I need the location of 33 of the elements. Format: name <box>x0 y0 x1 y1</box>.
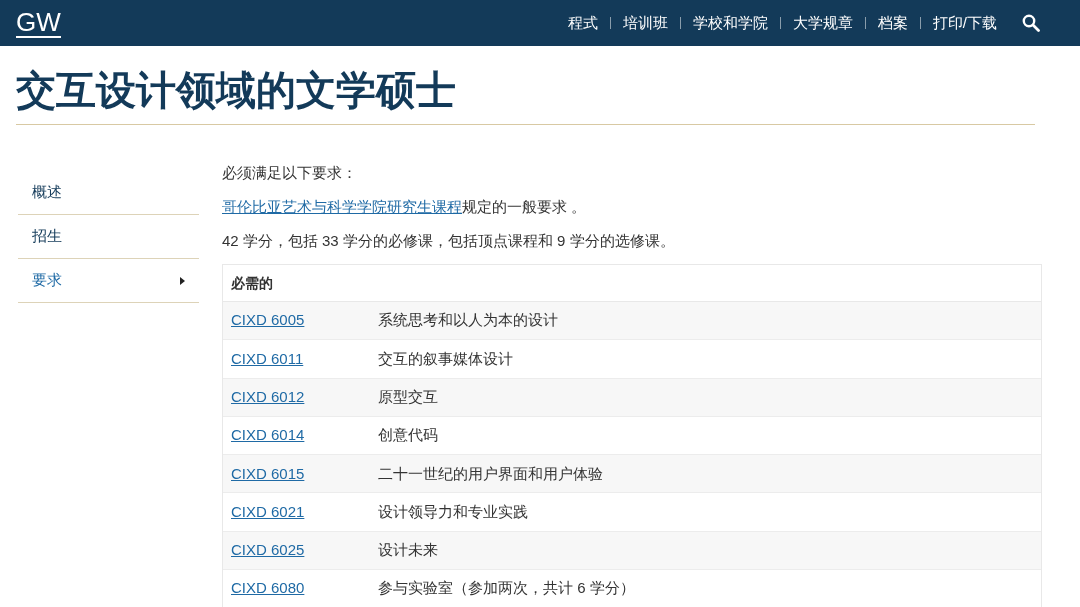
page-title: 交互设计领域的文学硕士 <box>16 46 1035 125</box>
nav-link[interactable]: 培训班 <box>622 11 668 35</box>
course-code-link[interactable]: CIXD 6011 <box>231 347 378 371</box>
course-code-link[interactable]: CIXD 6012 <box>231 386 378 409</box>
course-code-link[interactable]: CIXD 6005 <box>231 309 378 332</box>
nav-link[interactable]: 程式 <box>567 11 598 35</box>
course-name: 设计领导力和专业实践 <box>378 501 528 522</box>
nav-link[interactable]: 学校和学院 <box>692 11 768 35</box>
course-name: 设计未来 <box>378 540 438 561</box>
college-link[interactable]: 哥伦比亚艺术与科学学院研究生课程 <box>222 198 462 215</box>
course-name: 系统思考和以人为本的设计 <box>378 310 558 331</box>
requirement-text: 哥伦比亚艺术与科学学院研究生课程规定的一般要求 。 <box>222 197 588 217</box>
intro-text: 必须满足以下要求： <box>222 163 358 183</box>
nav-link[interactable]: 大学规章 <box>792 11 853 35</box>
course-code-link[interactable]: CIXD 6021 <box>231 500 378 524</box>
course-code-link[interactable]: CIXD 6080 <box>231 577 378 600</box>
search-icon[interactable] <box>1022 14 1040 32</box>
credits-text: 42 学分，包括 33 学分的必修课，包括顶点课程和 9 学分的选修课。 <box>222 231 676 251</box>
sidebar-item[interactable]: 概述 <box>18 171 199 215</box>
nav-link[interactable]: 档案 <box>877 11 908 35</box>
course-name: 原型交互 <box>378 387 438 407</box>
course-code-link[interactable]: CIXD 6025 <box>231 539 378 562</box>
course-code-link[interactable]: CIXD 6015 <box>231 462 378 486</box>
caret-icon <box>180 276 185 285</box>
logo[interactable]: GW <box>16 8 61 38</box>
course-name: 交互的叙事媒体设计 <box>378 348 513 369</box>
sidebar-item[interactable]: 招生 <box>18 215 199 259</box>
course-code-link[interactable]: CIXD 6014 <box>231 424 378 447</box>
course-name: 参与实验室（参加两次，共计 6 学分） <box>378 578 635 599</box>
nav-link[interactable]: 打印/下载 <box>932 11 997 35</box>
course-name: 创意代码 <box>378 425 438 446</box>
sidebar-item[interactable]: 要求 <box>18 259 199 303</box>
course-name: 二十一世纪的用户界面和用户体验 <box>378 463 603 484</box>
